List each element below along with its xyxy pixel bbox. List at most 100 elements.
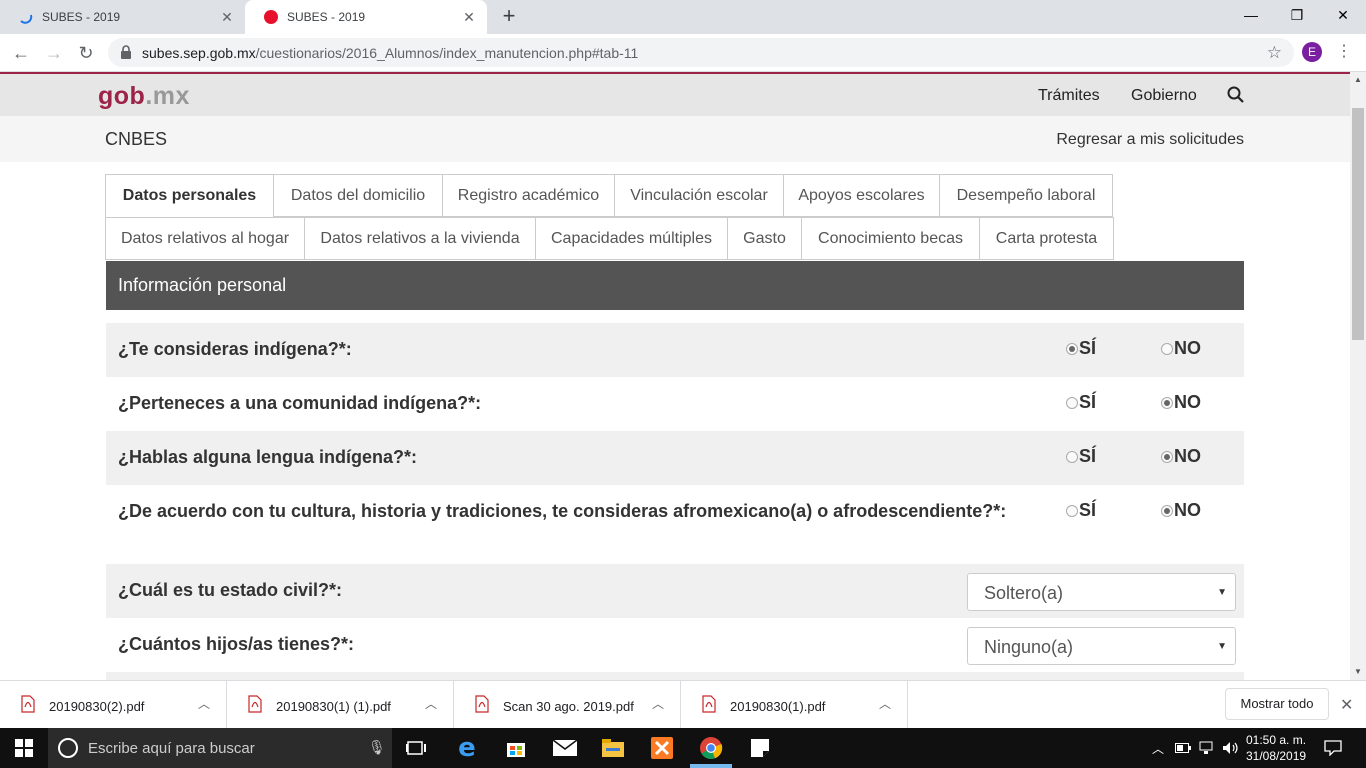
nav-tramites[interactable]: Trámites xyxy=(1038,87,1100,105)
page-scrollbar[interactable]: ▲ ▼ xyxy=(1350,72,1366,680)
radio-button[interactable] xyxy=(1066,342,1078,355)
chevron-up-icon[interactable]: ︿ xyxy=(425,695,437,712)
url-path: /cuestionarios/2016_Alumnos/index_manute… xyxy=(255,44,639,61)
mail-icon[interactable] xyxy=(551,734,579,762)
radio-no[interactable]: NO xyxy=(1161,392,1201,413)
close-icon[interactable]: ✕ xyxy=(461,9,477,25)
tab-apoyos-escolares[interactable]: Apoyos escolares xyxy=(784,174,940,217)
minimize-button[interactable]: — xyxy=(1228,0,1274,30)
scroll-up-arrow-icon[interactable]: ▲ xyxy=(1350,72,1366,88)
chrome-icon[interactable] xyxy=(697,734,725,762)
tab-datos-personales[interactable]: Datos personales xyxy=(105,174,274,217)
download-item[interactable]: 20190830(1).pdf ︿ xyxy=(681,681,908,729)
question-label: ¿Cuántos hijos/as tienes?*: xyxy=(118,634,355,654)
notifications-icon[interactable] xyxy=(1324,728,1342,768)
question-row: ¿Cuál es tu estado civil?*: Soltero(a) ▼ xyxy=(106,564,1244,618)
sticky-notes-icon[interactable] xyxy=(746,734,774,762)
microphone-icon[interactable]: 🎙 xyxy=(368,739,386,757)
radio-button[interactable] xyxy=(1066,450,1078,463)
tab-registro-academico[interactable]: Registro académico xyxy=(443,174,615,217)
scroll-down-arrow-icon[interactable]: ▼ xyxy=(1350,664,1366,680)
menu-icon[interactable]: ⋮ xyxy=(1336,43,1352,61)
windows-taskbar: Escribe aquí para buscar 🎙 e ︿ 01:50 a. … xyxy=(0,728,1366,768)
nav-gobierno[interactable]: Gobierno xyxy=(1131,87,1197,105)
window-close-button[interactable]: ✕ xyxy=(1320,0,1366,30)
radio-yes[interactable]: SÍ xyxy=(1066,500,1096,521)
browser-tab-1[interactable]: SUBES - 2019 ✕ xyxy=(0,0,245,34)
network-icon[interactable] xyxy=(1199,728,1215,768)
battery-icon[interactable] xyxy=(1175,728,1191,768)
tab-vinculacion-escolar[interactable]: Vinculación escolar xyxy=(615,174,784,217)
radio-yes[interactable]: SÍ xyxy=(1066,338,1096,359)
tab-datos-domicilio[interactable]: Datos del domicilio xyxy=(274,174,443,217)
radio-button[interactable] xyxy=(1161,450,1173,463)
forward-arrow-icon[interactable]: → xyxy=(42,41,66,65)
tab-datos-hogar[interactable]: Datos relativos al hogar xyxy=(105,217,305,260)
store-icon[interactable] xyxy=(502,734,530,762)
radio-no[interactable]: NO xyxy=(1161,446,1201,467)
tab-desempeno-laboral[interactable]: Desempeño laboral xyxy=(940,174,1113,217)
form-tabs-row-2: Datos relativos al hogar Datos relativos… xyxy=(105,217,1245,260)
show-all-downloads-button[interactable]: Mostrar todo xyxy=(1225,688,1329,720)
volume-icon[interactable] xyxy=(1222,728,1240,768)
xampp-icon[interactable] xyxy=(648,734,676,762)
gob-logo[interactable]: gob.mx xyxy=(98,82,190,111)
taskbar-search[interactable]: Escribe aquí para buscar 🎙 xyxy=(48,728,392,768)
chevron-up-icon[interactable]: ︿ xyxy=(652,695,664,712)
radio-no-label: NO xyxy=(1174,338,1201,358)
gob-header: gob.mx Trámites Gobierno xyxy=(0,74,1350,116)
loading-spinner-icon xyxy=(20,14,33,24)
radio-button[interactable] xyxy=(1161,504,1173,517)
address-bar[interactable]: subes.sep.gob.mx/cuestionarios/2016_Alum… xyxy=(108,38,1294,67)
tab-conocimiento-becas[interactable]: Conocimiento becas xyxy=(802,217,980,260)
download-item[interactable]: 20190830(1) (1).pdf ︿ xyxy=(227,681,454,729)
back-to-requests-link[interactable]: Regresar a mis solicitudes xyxy=(1056,131,1244,149)
back-arrow-icon[interactable]: ← xyxy=(9,41,33,65)
section-name: CNBES xyxy=(105,129,168,149)
download-bar: 20190830(2).pdf ︿ 20190830(1) (1).pdf ︿ … xyxy=(0,680,1366,729)
file-explorer-icon[interactable] xyxy=(599,734,627,762)
tab-capacidades-multiples[interactable]: Capacidades múltiples xyxy=(536,217,728,260)
question-row xyxy=(106,672,1244,680)
edge-icon[interactable]: e xyxy=(453,733,481,763)
profile-avatar[interactable]: E xyxy=(1302,42,1322,62)
download-item[interactable]: Scan 30 ago. 2019.pdf ︿ xyxy=(454,681,681,729)
page-content: gob.mx Trámites Gobierno CNBES Regresar … xyxy=(0,72,1350,680)
start-button[interactable] xyxy=(0,728,48,768)
browser-tab-title: SUBES - 2019 xyxy=(42,10,121,24)
question-row: ¿Hablas alguna lengua indígena?*: SÍ NO xyxy=(106,431,1244,485)
radio-button[interactable] xyxy=(1161,342,1173,355)
close-icon[interactable]: ✕ xyxy=(219,9,235,25)
bookmark-star-icon[interactable]: ☆ xyxy=(1267,43,1282,63)
chevron-up-icon[interactable]: ︿ xyxy=(198,695,210,712)
radio-button[interactable] xyxy=(1161,396,1173,409)
radio-yes[interactable]: SÍ xyxy=(1066,446,1096,467)
new-tab-button[interactable]: + xyxy=(498,5,520,27)
search-icon[interactable] xyxy=(1226,85,1246,105)
tab-gasto[interactable]: Gasto xyxy=(728,217,802,260)
reload-icon[interactable]: ↻ xyxy=(74,41,98,65)
tab-datos-vivienda[interactable]: Datos relativos a la vivienda xyxy=(305,217,536,260)
civil-status-select[interactable]: Soltero(a) ▼ xyxy=(967,573,1236,611)
radio-no[interactable]: NO xyxy=(1161,338,1201,359)
cortana-icon xyxy=(58,738,78,758)
chevron-up-icon[interactable]: ︿ xyxy=(879,695,891,712)
close-icon[interactable]: ✕ xyxy=(1340,695,1353,715)
active-app-indicator xyxy=(690,764,732,768)
scroll-thumb[interactable] xyxy=(1352,108,1364,340)
task-view-icon[interactable] xyxy=(402,734,430,762)
radio-yes[interactable]: SÍ xyxy=(1066,392,1096,413)
browser-tab-2[interactable]: SUBES - 2019 ✕ xyxy=(245,0,487,34)
show-hidden-icons[interactable]: ︿ xyxy=(1152,728,1164,768)
download-filename: 20190830(2).pdf xyxy=(49,699,145,714)
radio-button[interactable] xyxy=(1066,396,1078,409)
radio-button[interactable] xyxy=(1066,504,1078,517)
download-item[interactable]: 20190830(2).pdf ︿ xyxy=(0,681,227,729)
question-row: ¿Cuántos hijos/as tienes?*: Ninguno(a) ▼ xyxy=(106,618,1244,672)
restore-button[interactable]: ❐ xyxy=(1274,0,1320,30)
radio-no[interactable]: NO xyxy=(1161,500,1201,521)
children-count-select[interactable]: Ninguno(a) ▼ xyxy=(967,627,1236,665)
tab-carta-protesta[interactable]: Carta protesta xyxy=(980,217,1114,260)
question-label: ¿De acuerdo con tu cultura, historia y t… xyxy=(118,501,1007,521)
system-clock[interactable]: 01:50 a. m. 31/08/2019 xyxy=(1246,732,1306,764)
